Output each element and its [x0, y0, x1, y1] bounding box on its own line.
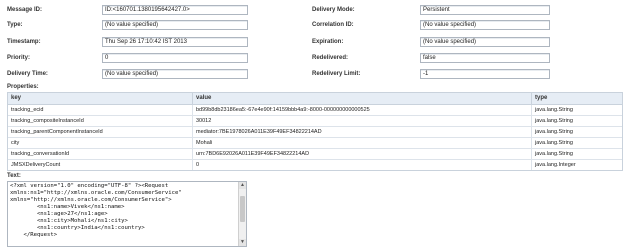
- delivery-mode-field[interactable]: Persistent: [420, 5, 550, 15]
- cell-key: tracking_ecid: [8, 105, 193, 115]
- redelivery-limit-label: Redelivery Limit:: [312, 71, 361, 77]
- message-text-area[interactable]: <?xml version="1.0" encoding="UTF-8" ?><…: [7, 181, 247, 247]
- text-scrollbar[interactable]: ▲ ▼: [238, 182, 246, 246]
- priority-label: Priority:: [7, 55, 31, 61]
- cell-value: 30012: [193, 116, 532, 126]
- redelivery-limit-field[interactable]: -1: [420, 69, 550, 79]
- redelivered-label: Redelivered:: [312, 55, 349, 61]
- message-id-field[interactable]: ID:<160701.1380195642427.0>: [102, 5, 248, 15]
- properties-heading: Properties:: [7, 84, 39, 90]
- table-row[interactable]: city Mohali java.lang.String: [8, 138, 622, 149]
- correlation-id-label: Correlation ID:: [312, 22, 354, 28]
- priority-field[interactable]: 0: [102, 53, 248, 63]
- column-header-key[interactable]: key: [8, 93, 193, 104]
- cell-type: java.lang.String: [535, 129, 573, 135]
- correlation-id-field[interactable]: (No value specified): [420, 20, 550, 30]
- message-id-label: Message ID:: [7, 7, 43, 13]
- cell-key: city: [8, 138, 193, 148]
- cell-key: JMSXDeliveryCount: [8, 160, 193, 170]
- cell-value: urn:7BD6E92026A011E39F49EF34822214AD: [193, 149, 532, 159]
- delivery-time-field[interactable]: (No value specified): [102, 69, 248, 79]
- column-header-type[interactable]: type: [532, 93, 620, 104]
- timestamp-label: Timestamp:: [7, 39, 41, 45]
- type-label: Type:: [7, 22, 23, 28]
- cell-type: java.lang.String: [535, 140, 573, 146]
- scroll-up-arrow-icon[interactable]: ▲: [239, 182, 246, 189]
- cell-value: bd99b8db23186ea5:-67e4e90f:14159bbb4a9:-…: [193, 105, 532, 115]
- redelivered-field[interactable]: false: [420, 53, 550, 63]
- text-heading: Text:: [7, 173, 21, 179]
- type-field[interactable]: (No value specified): [102, 20, 248, 30]
- delivery-mode-label: Delivery Mode:: [312, 7, 355, 13]
- cell-type: java.lang.String: [535, 107, 573, 113]
- cell-key: tracking_conversationId: [8, 149, 193, 159]
- table-row[interactable]: JMSXDeliveryCount 0 java.lang.Integer: [8, 160, 622, 170]
- cell-key: tracking_parentComponentInstanceId: [8, 127, 193, 137]
- table-row[interactable]: tracking_ecid bd99b8db23186ea5:-67e4e90f…: [8, 105, 622, 116]
- column-header-value[interactable]: value: [193, 93, 532, 104]
- cell-type: java.lang.Integer: [535, 162, 576, 168]
- cell-value: Mohali: [193, 138, 532, 148]
- message-text-content: <?xml version="1.0" encoding="UTF-8" ?><…: [10, 183, 182, 238]
- properties-table-header: key value type: [8, 93, 622, 105]
- table-row[interactable]: tracking_conversationId urn:7BD6E92026A0…: [8, 149, 622, 160]
- expiration-label: Expiration:: [312, 39, 344, 45]
- cell-type: java.lang.String: [535, 151, 573, 157]
- scroll-down-arrow-icon[interactable]: ▼: [239, 239, 246, 246]
- table-row[interactable]: tracking_parentComponentInstanceId media…: [8, 127, 622, 138]
- properties-table: key value type tracking_ecid bd99b8db231…: [7, 92, 623, 171]
- scroll-thumb[interactable]: [240, 196, 245, 222]
- table-row[interactable]: tracking_compositeInstanceId 30012 java.…: [8, 116, 622, 127]
- cell-value: mediator:7BE1978026A011E39F49EF34822214A…: [193, 127, 532, 137]
- cell-type: java.lang.String: [535, 118, 573, 124]
- delivery-time-label: Delivery Time:: [7, 71, 48, 77]
- expiration-field[interactable]: (No value specified): [420, 37, 550, 47]
- cell-value: 0: [193, 160, 532, 170]
- cell-key: tracking_compositeInstanceId: [8, 116, 193, 126]
- timestamp-field[interactable]: Thu Sep 26 17:10:42 IST 2013: [102, 37, 248, 47]
